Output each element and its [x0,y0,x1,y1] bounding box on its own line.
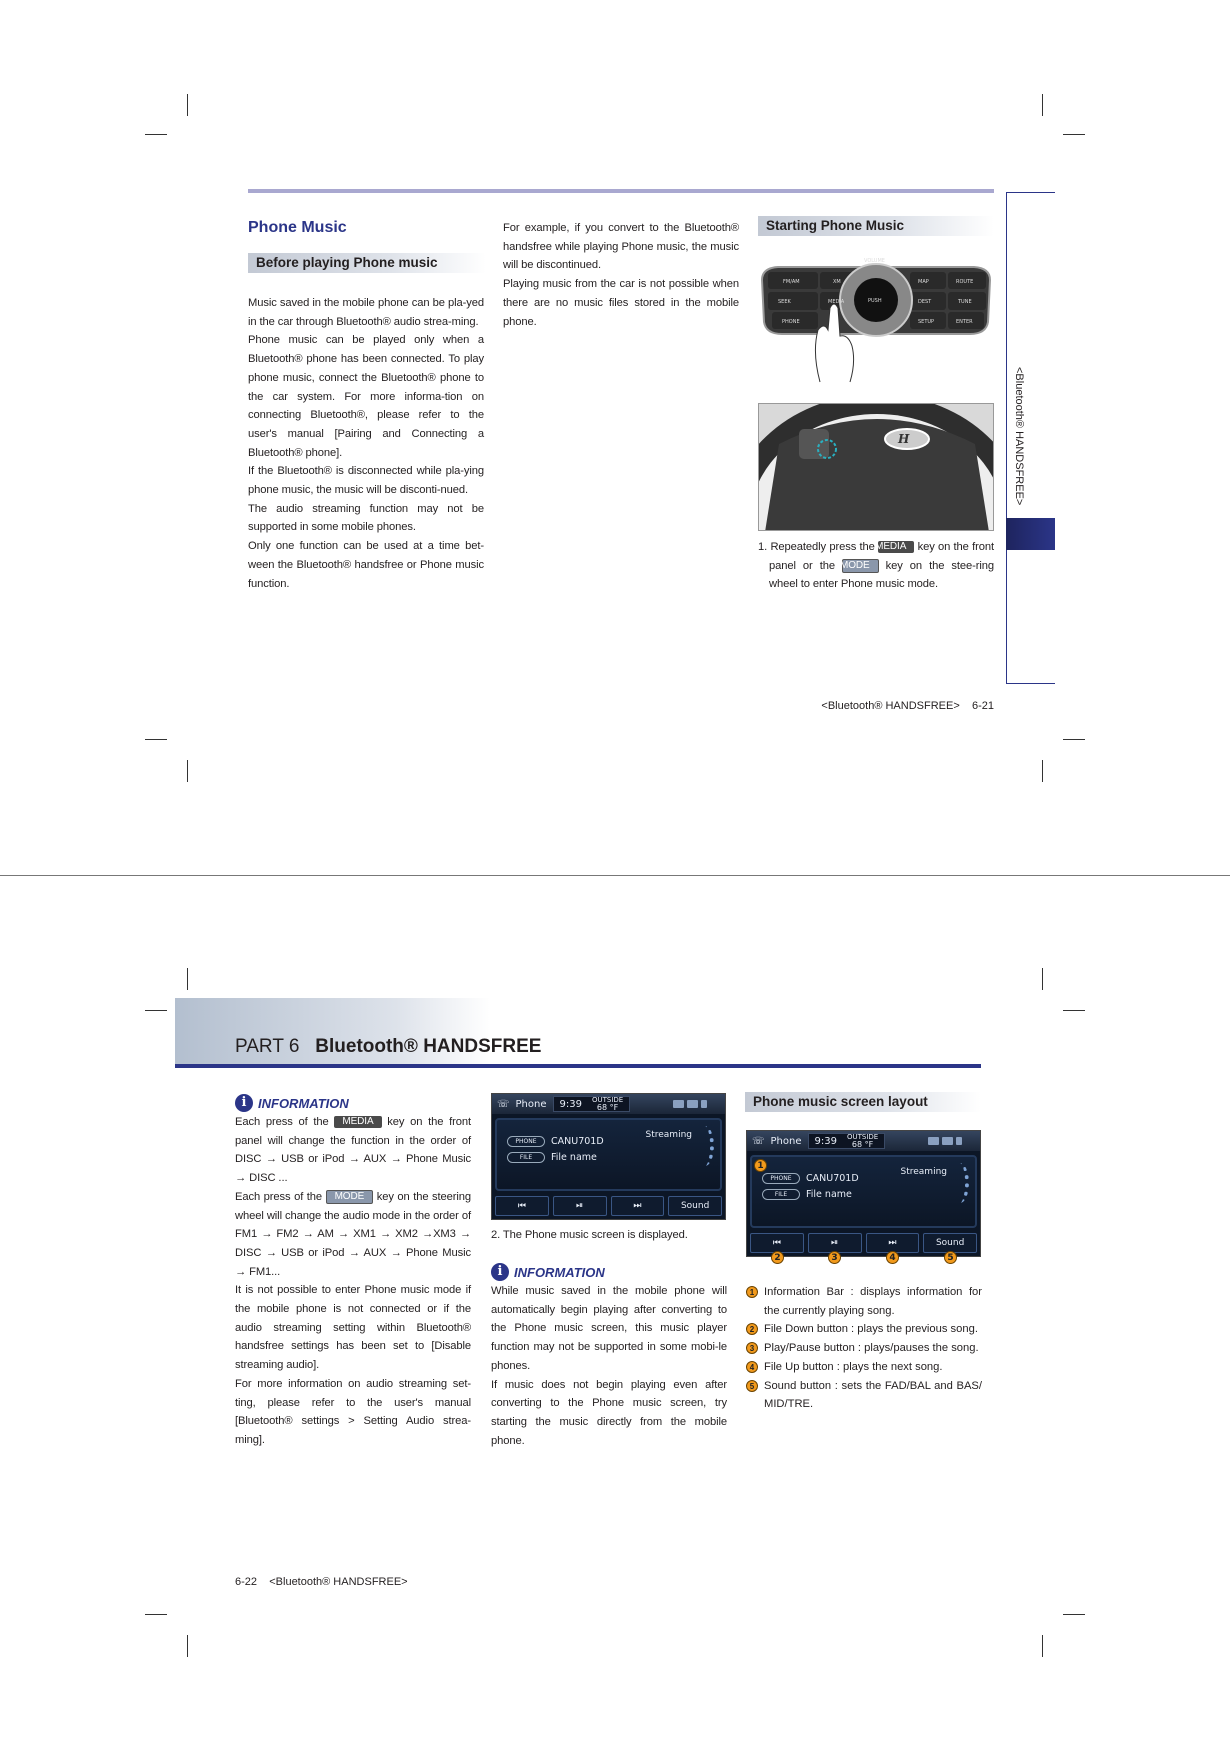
crop-mark [1063,134,1085,135]
info-icon: i [491,1263,509,1281]
mode-key-badge: MODE [325,1189,374,1204]
svg-text:XM: XM [833,279,841,285]
phone-icon: ☏ [752,1135,765,1147]
paragraph: Playing music from the car is not possib… [503,278,739,328]
information-text: Each press of the MEDIA key on the front… [235,1116,472,1446]
phone-music-screen: ☏ Phone 9:39 OUTSIDE 68 °F Streaming PHONE CA… [491,1093,726,1220]
side-tab-marker [1006,518,1055,550]
layout-legend: 1 Information Bar : displays information … [746,1283,982,1414]
paragraph: Music saved in the mobile phone can be p… [248,297,484,328]
crop-mark [1042,760,1043,782]
media-key-badge: MEDIA [875,541,915,553]
file-down-button[interactable]: ⏮ [495,1196,549,1216]
information-heading: i INFORMATION [235,1093,471,1113]
status-icons [673,1100,707,1108]
callout-5: 5 [944,1251,957,1264]
svg-text:H: H [897,432,910,446]
paragraph: The audio streaming function may not be … [248,502,484,534]
svg-text:MEDIA: MEDIA [828,299,845,305]
crop-mark [145,1614,167,1615]
play-pause-button[interactable]: ⏯ [552,1196,607,1216]
crop-mark [1063,739,1085,740]
legend-item: 4 File Up button : plays the next song. [746,1358,982,1377]
svg-text:FM/AM: FM/AM [783,279,800,285]
mode-key-badge: MODE [840,558,879,573]
media-key-badge: MEDIA [334,1116,382,1128]
paragraph: Only one function can be used at a time … [248,540,484,590]
info-icon: i [235,1094,253,1112]
callout-1: 1 [754,1159,767,1172]
part-number: PART 6 [235,1036,300,1057]
svg-text:ENTER: ENTER [956,319,973,325]
column-2-text: For example, if you convert to the Bluet… [503,219,739,331]
paragraph: If the Bluetooth® is disconnected while … [248,465,484,497]
step-1-text: 1. Repeatedly press the MEDIA key on the… [758,541,995,591]
crop-mark [1042,94,1043,116]
crop-mark [187,760,188,782]
information-box-1: i INFORMATION Each press of the MEDIA key… [235,1093,471,1450]
information-text: While music saved in the mobile phone wi… [491,1285,727,1447]
callout-4: 4 [886,1251,899,1264]
svg-text:SEEK: SEEK [778,299,791,305]
svg-text:PUSH: PUSH [868,298,882,304]
volume-label: VOLUME [864,258,885,264]
phone-icon: ☏ [497,1098,510,1110]
file-down-button[interactable]: ⏮ [750,1233,804,1253]
top-rule [248,189,994,193]
streaming-icon [951,1163,969,1203]
page-divider [0,875,1230,876]
legend-item: 2 File Down button : plays the previous s… [746,1320,982,1339]
front-panel-image: VOLUME FM/AM XM MAP ROUTE SEEK MEDIA PUSH DEST… [758,252,994,387]
crop-mark [1042,1635,1043,1657]
paragraph: For example, if you convert to the Bluet… [503,222,739,272]
crop-mark [1063,1010,1085,1011]
file-up-button[interactable]: ⏭ [865,1233,920,1253]
crop-mark [1042,968,1043,990]
crop-mark [145,739,167,740]
information-box-2: i INFORMATION While music saved in the mo… [491,1262,727,1450]
sound-button[interactable]: Sound [668,1196,722,1216]
page-footer: 6-22 <Bluetooth® HANDSFREE> [235,1576,408,1588]
play-pause-button[interactable]: ⏯ [807,1233,862,1253]
svg-text:SETUP: SETUP [918,319,934,325]
file-up-button[interactable]: ⏭ [610,1196,665,1216]
section-heading: Before playing Phone music [248,253,486,273]
crop-mark [1063,1614,1085,1615]
steering-wheel-image: H [758,403,994,531]
svg-text:DEST: DEST [918,299,932,305]
page-title: Phone Music [248,219,347,236]
step-2-caption: 2. The Phone music screen is displayed. [491,1229,688,1241]
crop-mark [187,94,188,116]
legend-item: 1 Information Bar : displays information … [746,1283,982,1320]
svg-text:MAP: MAP [918,279,929,285]
information-heading: i INFORMATION [491,1262,727,1282]
legend-item: 5 Sound button : sets the FAD/BAL and BAS… [746,1377,982,1414]
svg-text:ROUTE: ROUTE [956,279,973,285]
side-tab-label: <Bluetooth® HANDSFREE> [1013,367,1025,506]
crop-mark [187,1635,188,1657]
crop-mark [187,968,188,990]
crop-mark [145,1010,167,1011]
streaming-icon [696,1126,714,1166]
page-footer: <Bluetooth® HANDSFREE> 6-21 [821,700,994,712]
crop-mark [145,134,167,135]
svg-text:TUNE: TUNE [957,299,972,305]
header-rule [175,1064,981,1068]
svg-text:PHONE: PHONE [782,319,800,325]
callout-3: 3 [828,1251,841,1264]
section-heading: Phone music screen layout [745,1092,981,1112]
part-title: Bluetooth® HANDSFREE [315,1036,542,1057]
part-header: PART 6 Bluetooth® HANDSFREE [235,1036,541,1058]
status-icons [928,1137,962,1145]
phone-music-screen-layout: ☏ Phone 9:39 OUTSIDE 68 °F Streaming PHONE CA… [746,1130,981,1264]
callout-2: 2 [771,1251,784,1264]
section-heading: Starting Phone Music [758,216,994,236]
legend-item: 3 Play/Pause button : plays/pauses the so… [746,1339,982,1358]
column-1-text: Music saved in the mobile phone can be p… [248,294,484,593]
paragraph: Phone music can be played only when a Bl… [248,334,484,459]
sound-button[interactable]: Sound [923,1233,977,1253]
